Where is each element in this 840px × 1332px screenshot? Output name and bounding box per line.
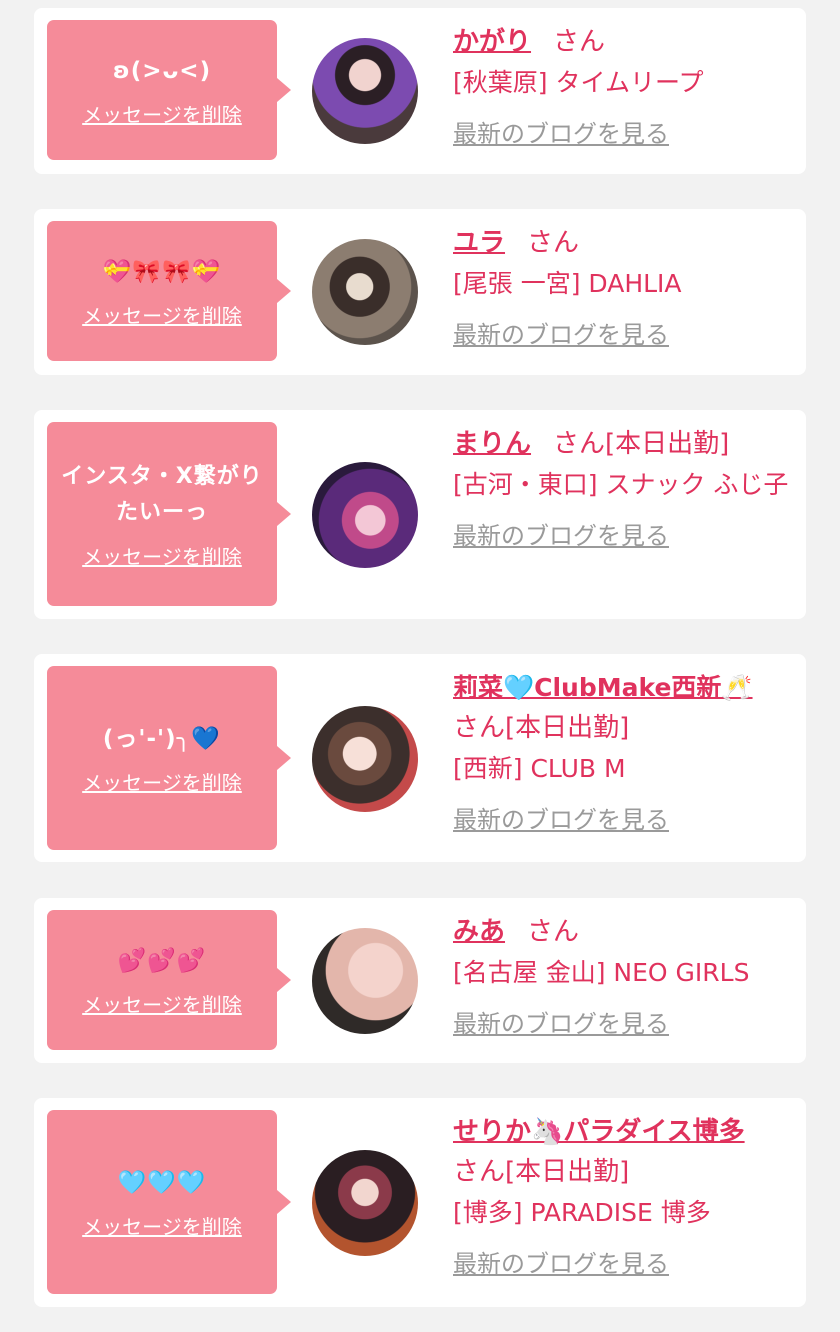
message-text: (っ'-')╮💙 xyxy=(102,725,222,752)
honorific: さん xyxy=(453,713,506,743)
delete-message-link[interactable]: メッセージを削除 xyxy=(82,99,242,128)
delete-message-link[interactable]: メッセージを削除 xyxy=(82,989,242,1018)
message-card: インスタ・X繋がりたいーっ メッセージを削除 まりん さん[本日出勤] [古河・東… xyxy=(34,410,806,619)
message-bubble: インスタ・X繋がりたいーっ メッセージを削除 xyxy=(47,422,291,606)
cast-name-link[interactable]: せりか🦄パラダイス博多 xyxy=(453,1117,745,1147)
latest-blog-link[interactable]: 最新のブログを見る xyxy=(453,1244,669,1284)
message-list: ʚ(>ᴗ<) メッセージを削除 かがり さん [秋葉原] タイムリープ 最新のブロ… xyxy=(0,0,840,1332)
message-bubble: 💕💕💕 メッセージを削除 xyxy=(47,910,291,1050)
status-badge: [本日出勤] xyxy=(505,713,630,743)
latest-blog-link[interactable]: 最新のブログを見る xyxy=(453,1004,669,1044)
cast-name-link[interactable]: 莉菜🩵ClubMake西新🥂 xyxy=(453,673,753,702)
cast-name-link[interactable]: かがり xyxy=(453,27,531,57)
avatar[interactable] xyxy=(312,462,418,568)
message-bubble: ʚ(>ᴗ<) メッセージを削除 xyxy=(47,20,291,160)
latest-blog-link[interactable]: 最新のブログを見る xyxy=(453,315,669,355)
message-text: インスタ・X繋がりたいーっ xyxy=(61,463,263,525)
delete-message-link[interactable]: メッセージを削除 xyxy=(82,1211,242,1240)
avatar[interactable] xyxy=(312,239,418,345)
message-text: 🩵🩵🩵 xyxy=(117,1169,207,1196)
shop-name: [名古屋 金山] NEO GIRLS xyxy=(453,958,750,987)
message-card: (っ'-')╮💙 メッセージを削除 莉菜🩵ClubMake西新🥂 さん[本日出勤… xyxy=(34,654,806,862)
honorific: さん xyxy=(553,429,606,459)
latest-blog-link[interactable]: 最新のブログを見る xyxy=(453,516,669,556)
delete-message-link[interactable]: メッセージを削除 xyxy=(82,767,242,796)
shop-name: [尾張 一宮] DAHLIA xyxy=(453,269,682,298)
honorific: さん xyxy=(453,1157,506,1187)
cast-name-link[interactable]: ユラ xyxy=(453,228,505,258)
status-badge: [本日出勤] xyxy=(505,1157,630,1187)
message-bubble: (っ'-')╮💙 メッセージを削除 xyxy=(47,666,291,850)
shop-name: [秋葉原] タイムリープ xyxy=(453,68,704,97)
message-text: ʚ(>ᴗ<) xyxy=(112,57,212,84)
delete-message-link[interactable]: メッセージを削除 xyxy=(82,541,242,570)
avatar[interactable] xyxy=(312,706,418,812)
message-text: 💕💕💕 xyxy=(117,947,207,974)
status-badge: [本日出勤] xyxy=(605,429,730,459)
honorific: さん xyxy=(553,27,606,57)
message-text: 💝🎀🎀💝 xyxy=(102,258,222,285)
avatar[interactable] xyxy=(312,38,418,144)
latest-blog-link[interactable]: 最新のブログを見る xyxy=(453,800,669,840)
avatar[interactable] xyxy=(312,1150,418,1256)
message-card: 🩵🩵🩵 メッセージを削除 せりか🦄パラダイス博多 さん[本日出勤] [博多] P… xyxy=(34,1098,806,1307)
honorific: さん xyxy=(527,228,580,258)
message-bubble: 🩵🩵🩵 メッセージを削除 xyxy=(47,1110,291,1294)
honorific: さん xyxy=(527,917,580,947)
avatar[interactable] xyxy=(312,928,418,1034)
message-bubble: 💝🎀🎀💝 メッセージを削除 xyxy=(47,221,291,361)
latest-blog-link[interactable]: 最新のブログを見る xyxy=(453,114,669,154)
cast-name-link[interactable]: みあ xyxy=(453,917,505,947)
message-card: ʚ(>ᴗ<) メッセージを削除 かがり さん [秋葉原] タイムリープ 最新のブロ… xyxy=(34,8,806,174)
message-card: 💕💕💕 メッセージを削除 みあ さん [名古屋 金山] NEO GIRLS 最新の… xyxy=(34,898,806,1063)
delete-message-link[interactable]: メッセージを削除 xyxy=(82,300,242,329)
shop-name: [古河・東口] スナック ふじ子 xyxy=(453,470,789,499)
shop-name: [西新] CLUB M xyxy=(453,754,626,783)
cast-name-link[interactable]: まりん xyxy=(453,429,531,459)
message-card: 💝🎀🎀💝 メッセージを削除 ユラ さん [尾張 一宮] DAHLIA 最新のブログ… xyxy=(34,209,806,375)
shop-name: [博多] PARADISE 博多 xyxy=(453,1198,711,1227)
